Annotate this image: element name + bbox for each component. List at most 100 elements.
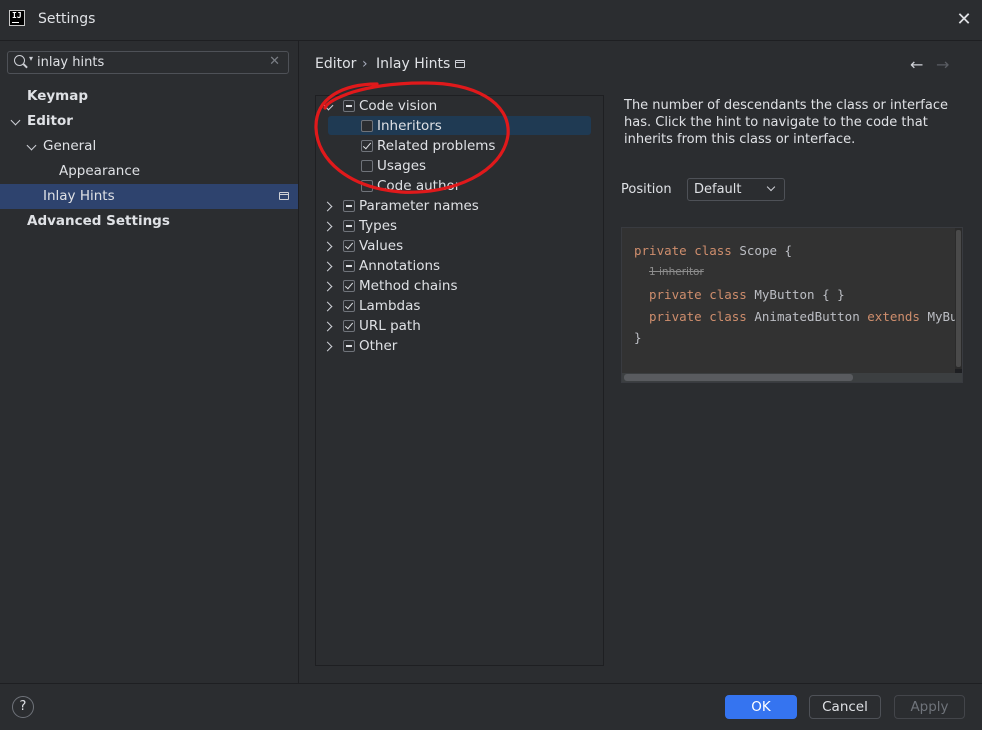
code-line-1: private class Scope {: [634, 243, 793, 258]
tree-item-usages[interactable]: Usages: [316, 156, 603, 176]
tree-item-label: Values: [359, 238, 404, 254]
clear-search-icon[interactable]: ✕: [269, 54, 280, 69]
checkbox-checked[interactable]: [343, 300, 355, 312]
chevron-down-icon[interactable]: [324, 101, 334, 111]
checkbox-partial[interactable]: [343, 100, 355, 112]
close-icon[interactable]: ✕: [954, 10, 974, 30]
code-line-2: private class MyButton { }: [649, 287, 845, 302]
inheritor-hint[interactable]: 1 inheritor: [649, 266, 704, 278]
checkbox-unchecked[interactable]: [361, 180, 373, 192]
checkbox-partial[interactable]: [343, 200, 355, 212]
sidebar-item-label: Appearance: [59, 163, 141, 179]
window-title: Settings: [38, 11, 96, 27]
chevron-down-icon[interactable]: [27, 141, 37, 151]
checkbox-partial[interactable]: [343, 340, 355, 352]
position-select-value: Default: [694, 182, 742, 197]
tree-item-label: Other: [359, 338, 398, 354]
position-select[interactable]: Default: [687, 178, 785, 201]
chevron-right-icon[interactable]: [324, 261, 334, 271]
forward-arrow-icon[interactable]: →: [936, 55, 949, 74]
vertical-scrollbar[interactable]: [955, 228, 962, 369]
checkbox-unchecked[interactable]: [361, 120, 373, 132]
position-label: Position: [621, 182, 672, 197]
chevron-right-icon[interactable]: [324, 301, 334, 311]
help-button[interactable]: ?: [12, 696, 34, 718]
checkbox-unchecked[interactable]: [361, 160, 373, 172]
checkbox-checked[interactable]: [361, 140, 373, 152]
tree-item-lambdas[interactable]: Lambdas: [316, 296, 603, 316]
tree-item-url-path[interactable]: URL path: [316, 316, 603, 336]
intellij-app-icon: IJ: [9, 10, 25, 26]
code-preview[interactable]: private class Scope { 1 inheritor privat…: [621, 227, 963, 383]
chevron-down-icon[interactable]: [11, 116, 21, 126]
tree-item-label: Lambdas: [359, 298, 421, 314]
tree-item-label: Related problems: [377, 138, 496, 154]
tree-item-inheritors[interactable]: Inheritors: [316, 116, 603, 136]
breadcrumb-current: Inlay Hints: [376, 56, 451, 72]
breadcrumb-parent[interactable]: Editor: [315, 56, 356, 72]
tree-item-parameter-names[interactable]: Parameter names: [316, 196, 603, 216]
search-input[interactable]: ▾ inlay hints ✕: [7, 51, 289, 74]
chevron-right-icon[interactable]: [324, 221, 334, 231]
ok-button[interactable]: OK: [725, 695, 797, 719]
checkbox-partial[interactable]: [343, 220, 355, 232]
sidebar-item-advanced-settings[interactable]: Advanced Settings: [0, 209, 298, 234]
tree-item-label: URL path: [359, 318, 421, 334]
sidebar-item-editor[interactable]: Editor: [0, 109, 298, 134]
chevron-right-icon[interactable]: [324, 281, 334, 291]
hint-description: The number of descendants the class or i…: [624, 98, 948, 147]
tree-item-code-vision[interactable]: Code vision: [316, 96, 603, 116]
search-icon: [14, 55, 25, 66]
sidebar-item-appearance[interactable]: Appearance: [0, 159, 298, 184]
search-value: inlay hints: [37, 55, 105, 70]
chevron-right-icon[interactable]: [324, 241, 334, 251]
sidebar-item-inlay-hints[interactable]: Inlay Hints: [0, 184, 298, 209]
chevron-right-icon[interactable]: [324, 341, 334, 351]
chevron-down-icon: [766, 182, 776, 192]
sidebar-item-keymap[interactable]: Keymap: [0, 84, 298, 109]
code-line-3: private class AnimatedButton extends MyB…: [649, 309, 955, 324]
tree-item-label: Code vision: [359, 98, 438, 114]
checkbox-partial[interactable]: [343, 260, 355, 272]
project-level-icon: [455, 60, 465, 68]
project-level-icon: [279, 192, 289, 200]
tree-item-method-chains[interactable]: Method chains: [316, 276, 603, 296]
cancel-button[interactable]: Cancel: [809, 695, 881, 719]
back-arrow-icon[interactable]: ←: [910, 55, 923, 74]
tree-item-annotations[interactable]: Annotations: [316, 256, 603, 276]
tree-item-code-author[interactable]: Code author: [316, 176, 603, 196]
inlay-hints-tree: Code vision Inheritors Related problems …: [315, 95, 604, 666]
tree-item-label: Code author: [377, 178, 461, 194]
apply-button[interactable]: Apply: [894, 695, 965, 719]
tree-item-label: Types: [359, 218, 398, 234]
checkbox-checked[interactable]: [343, 320, 355, 332]
checkbox-checked[interactable]: [343, 240, 355, 252]
sidebar-item-label: Keymap: [27, 88, 89, 104]
tree-item-types[interactable]: Types: [316, 216, 603, 236]
footer-divider: [0, 683, 982, 684]
scrollbar-thumb[interactable]: [956, 230, 961, 367]
checkbox-checked[interactable]: [343, 280, 355, 292]
scrollbar-thumb[interactable]: [624, 374, 853, 381]
sidebar-item-label: Inlay Hints: [43, 188, 115, 204]
sidebar-item-general[interactable]: General: [0, 134, 298, 159]
sidebar-item-label: General: [43, 138, 97, 154]
tree-item-other[interactable]: Other: [316, 336, 603, 356]
sidebar-item-label: Editor: [27, 113, 73, 129]
tree-item-label: Parameter names: [359, 198, 479, 214]
horizontal-scrollbar[interactable]: [622, 373, 962, 382]
chevron-right-icon[interactable]: [324, 321, 334, 331]
code-line-4: }: [634, 330, 642, 345]
chevron-right-icon[interactable]: [324, 201, 334, 211]
tree-item-label: Annotations: [359, 258, 441, 274]
tree-item-values[interactable]: Values: [316, 236, 603, 256]
tree-item-label: Inheritors: [377, 118, 442, 134]
title-bar: [0, 0, 982, 41]
tree-item-label: Usages: [377, 158, 427, 174]
breadcrumb-separator: ›: [362, 56, 368, 72]
tree-item-related-problems[interactable]: Related problems: [316, 136, 603, 156]
search-history-chevron-icon[interactable]: ▾: [29, 54, 33, 63]
code-preview-content: private class Scope { 1 inheritor privat…: [622, 228, 955, 373]
sidebar-item-label: Advanced Settings: [27, 213, 170, 229]
tree-item-label: Method chains: [359, 278, 458, 294]
